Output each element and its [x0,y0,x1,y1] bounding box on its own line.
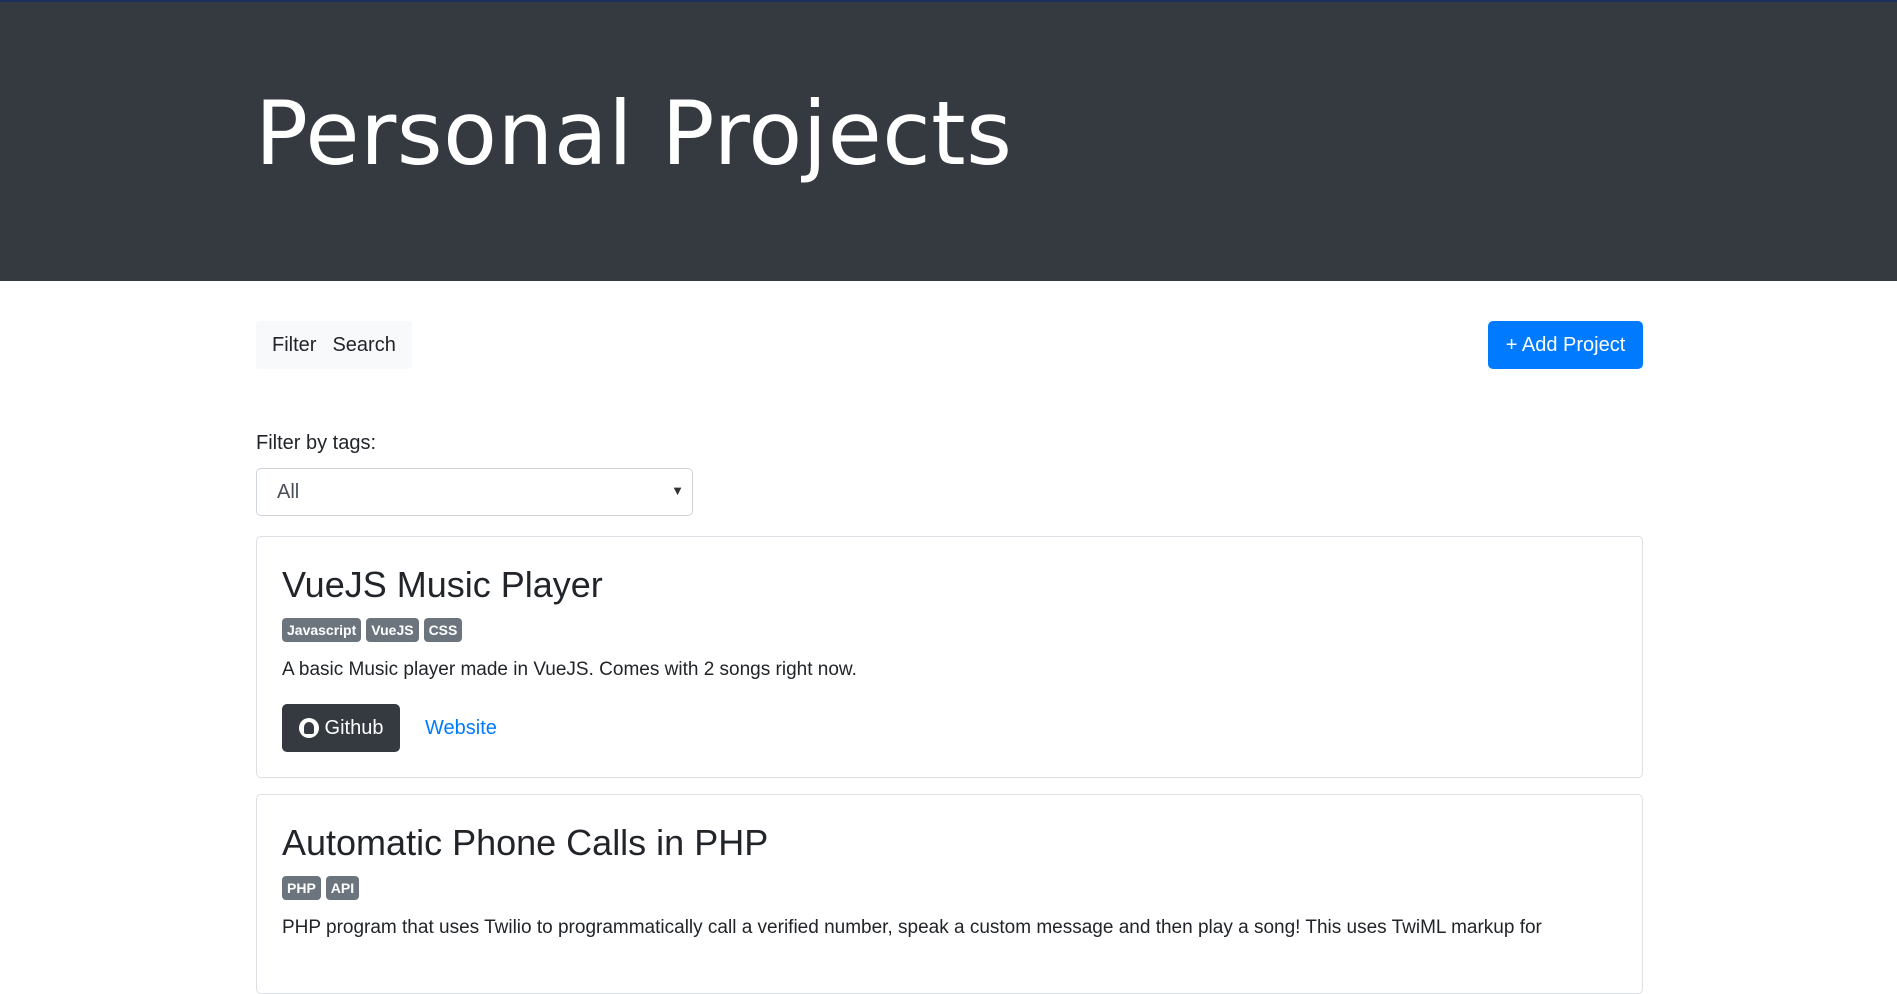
github-button[interactable]: Github [282,704,400,752]
tag-filter-select[interactable]: All ▼ [256,468,693,516]
project-tags: PHP API [282,876,360,900]
project-description: PHP program that uses Twilio to programm… [282,917,1542,938]
tag-filter-selected-value: All [277,480,300,503]
tag-badge: API [325,876,360,900]
tag-badge: PHP [282,876,321,900]
project-title: VueJS Music Player [282,564,603,605]
page-title: Personal Projects [255,82,1013,185]
tag-badge: VueJS [366,618,419,642]
github-icon [298,718,319,738]
tab-search[interactable]: Search [324,321,403,369]
project-card: Automatic Phone Calls in PHP PHP API PHP… [256,794,1643,994]
project-card: VueJS Music Player Javascript VueJS CSS … [256,536,1643,778]
website-link[interactable]: Website [425,717,497,740]
project-tags: Javascript VueJS CSS [282,618,463,642]
project-title: Automatic Phone Calls in PHP [282,822,769,863]
filter-search-tabs: Filter Search [256,321,412,369]
page-header: Personal Projects [0,2,1897,281]
filter-by-tags-label: Filter by tags: [256,432,377,454]
chevron-down-icon: ▼ [671,483,684,498]
tab-filter[interactable]: Filter [264,321,324,369]
github-button-label: Github [324,716,384,739]
project-description: A basic Music player made in VueJS. Come… [282,659,857,680]
tag-badge: CSS [423,618,463,642]
tag-badge: Javascript [282,618,362,642]
add-project-button[interactable]: + Add Project [1488,321,1643,369]
